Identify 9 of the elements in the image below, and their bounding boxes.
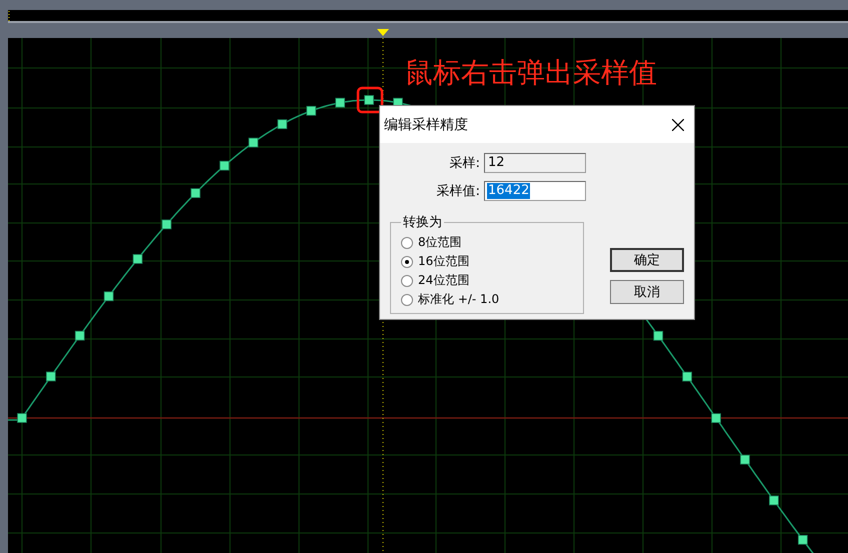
radio-label: 24位范围 <box>418 272 470 289</box>
field-label: 采样: <box>450 155 480 172</box>
radio-label: 标准化 +/- 1.0 <box>418 291 500 308</box>
field-label: 采样值: <box>436 183 480 200</box>
radio-label: 8位范围 <box>418 234 462 251</box>
annotation-text: 鼠标右击弹出采样值 <box>405 55 657 91</box>
radio-label: 16位范围 <box>418 253 470 270</box>
group-title: 转换为 <box>402 214 443 231</box>
dialog-title: 编辑采样精度 <box>384 116 468 134</box>
